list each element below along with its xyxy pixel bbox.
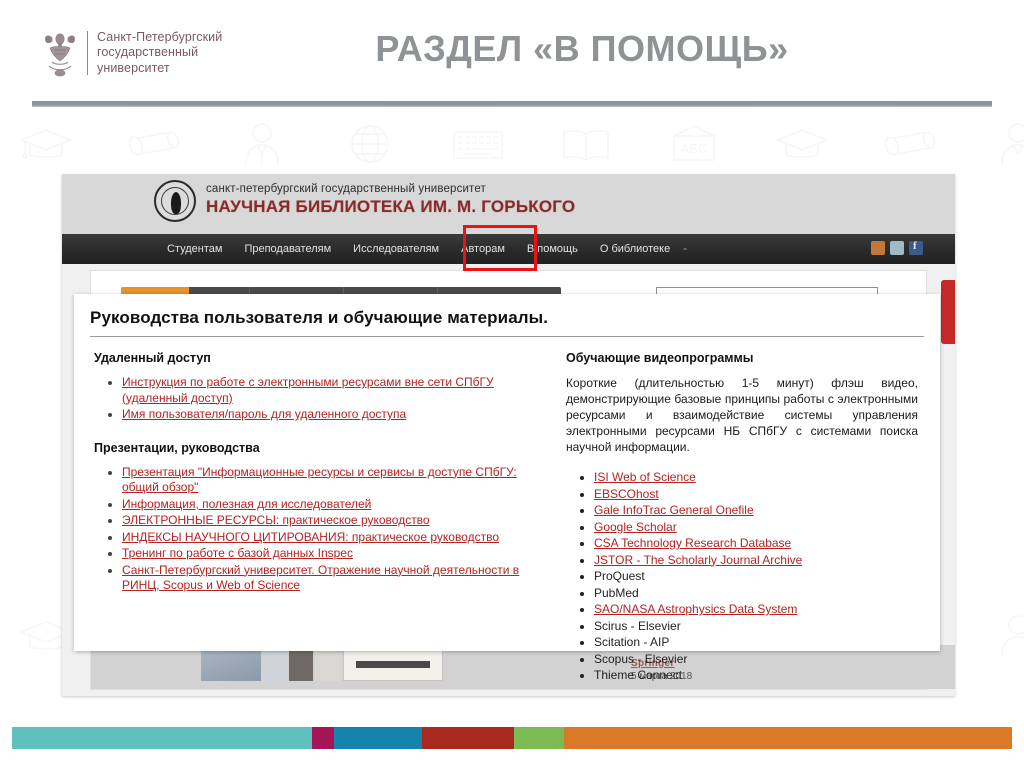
link-spbu-research-reflection[interactable]: Санкт-Петербургский университет. Отражен… xyxy=(122,563,519,593)
graduate-person-icon xyxy=(234,120,290,168)
list-item: Thieme Connect xyxy=(594,667,918,684)
list-item: SAO/NASA Astrophysics Data System xyxy=(594,601,918,618)
list-item: PubMed xyxy=(594,585,918,602)
nav-item-about-library[interactable]: О библиотеке xyxy=(589,234,681,264)
list-item: ProQuest xyxy=(594,568,918,585)
list-item: Информация, полезная для исследователей xyxy=(122,497,530,513)
graduation-cap-icon xyxy=(18,120,74,168)
panel-right-column: Обучающие видеопрограммы Короткие (длите… xyxy=(566,351,918,684)
nav-dropdown-caret-icon[interactable]: - xyxy=(681,243,687,255)
text-proquest: ProQuest xyxy=(594,569,645,583)
vk-icon[interactable] xyxy=(890,241,904,255)
presentations-list: Презентация "Информационные ресурсы и се… xyxy=(94,465,530,594)
list-item: Имя пользователя/пароль для удаленного д… xyxy=(122,407,530,423)
color-bar-segment-5 xyxy=(563,727,1012,749)
color-bar-segment-0 xyxy=(12,727,312,749)
diploma-scroll-icon xyxy=(882,120,938,168)
text-scitation: Scitation - AIP xyxy=(594,635,670,649)
library-seal-icon xyxy=(154,180,196,222)
list-item: Scopus - Elsevier xyxy=(594,651,918,668)
remote-access-list: Инструкция по работе с электронными ресу… xyxy=(94,375,530,423)
social-links xyxy=(871,240,923,255)
open-book-icon xyxy=(558,120,614,168)
link-csa-technology[interactable]: CSA Technology Research Database xyxy=(594,536,791,550)
databases-list: ISI Web of Science EBSCOhost Gale InfoTr… xyxy=(566,469,918,684)
link-gale-infotrac[interactable]: Gale InfoTrac General Onefile xyxy=(594,503,754,517)
site-brand-title: НАУЧНАЯ БИБЛИОТЕКА ИМ. М. ГОРЬКОГО xyxy=(206,197,576,216)
link-citation-indexes-guide[interactable]: ИНДЕКСЫ НАУЧНОГО ЦИТИРОВАНИЯ: практическ… xyxy=(122,530,499,544)
header-divider xyxy=(32,101,992,107)
facebook-icon[interactable] xyxy=(909,240,923,255)
bottom-color-bar xyxy=(12,727,1012,749)
link-researcher-info[interactable]: Информация, полезная для исследователей xyxy=(122,497,371,511)
text-scirus: Scirus - Elsevier xyxy=(594,618,681,633)
side-feedback-tab[interactable] xyxy=(941,280,955,344)
color-bar-segment-2 xyxy=(333,727,422,749)
graduation-cap-icon xyxy=(774,120,830,168)
abc-board-icon: ABC xyxy=(666,120,722,168)
video-programs-heading: Обучающие видеопрограммы xyxy=(566,351,754,365)
link-remote-access-instruction[interactable]: Инструкция по работе с электронными ресу… xyxy=(122,375,494,405)
slide-header: Санкт-Петербургский государственный унив… xyxy=(0,0,1024,107)
list-item: Google Scholar xyxy=(594,519,918,536)
graduate-person-icon xyxy=(990,120,1024,168)
graduate-person-icon xyxy=(990,612,1024,660)
color-bar-segment-1 xyxy=(312,727,334,749)
link-electronic-resources-guide[interactable]: ЭЛЕКТРОННЫЕ РЕСУРСЫ: практическое руково… xyxy=(122,513,430,527)
slide-root: Санкт-Петербургский государственный унив… xyxy=(0,0,1024,767)
list-item: Презентация "Информационные ресурсы и се… xyxy=(122,465,530,496)
list-item: Scirus - Elsevier xyxy=(594,618,918,635)
watermark-row: ABC xyxy=(18,120,1024,168)
list-item: Тренинг по работе с базой данных Inspec xyxy=(122,546,530,562)
link-inspec-training[interactable]: Тренинг по работе с базой данных Inspec xyxy=(122,546,353,560)
list-item: Scitation - AIP xyxy=(594,634,918,651)
presentations-heading: Презентации, руководства xyxy=(94,440,260,455)
remote-access-heading: Удаленный доступ xyxy=(94,351,211,365)
globe-icon xyxy=(342,120,398,168)
color-bar-segment-4 xyxy=(513,727,564,749)
panel-left-column: Удаленный доступ Инструкция по работе с … xyxy=(94,351,530,684)
list-item: ЭЛЕКТРОННЫЕ РЕСУРСЫ: практическое руково… xyxy=(122,513,530,529)
text-pubmed: PubMed xyxy=(594,585,639,600)
link-jstor[interactable]: JSTOR - The Scholarly Journal Archive xyxy=(594,553,802,567)
svg-text:ABC: ABC xyxy=(681,141,708,156)
panel-title: Руководства пользователя и обучающие мат… xyxy=(90,308,924,337)
text-scopus: Scopus - Elsevier xyxy=(594,651,688,666)
nav-item-teachers[interactable]: Преподавателям xyxy=(233,234,342,264)
diploma-scroll-icon xyxy=(126,120,182,168)
link-sao-nasa-ads[interactable]: SAO/NASA Astrophysics Data System xyxy=(594,602,797,616)
site-brand-subtitle: санкт-петербургский государственный унив… xyxy=(206,183,486,195)
nav-items: Студентам Преподавателям Исследователям … xyxy=(156,234,687,264)
list-item: ISI Web of Science xyxy=(594,469,918,486)
list-item: Gale InfoTrac General Onefile xyxy=(594,502,918,519)
list-item: Санкт-Петербургский университет. Отражен… xyxy=(122,563,530,594)
page-title: РАЗДЕЛ «В ПОМОЩЬ» xyxy=(375,28,789,69)
list-item: CSA Technology Research Database xyxy=(594,535,918,552)
list-item: Инструкция по работе с электронными ресу… xyxy=(122,375,530,406)
guides-panel: Руководства пользователя и обучающие мат… xyxy=(74,294,940,682)
list-item: JSTOR - The Scholarly Journal Archive xyxy=(594,552,918,569)
list-item: ИНДЕКСЫ НАУЧНОГО ЦИТИРОВАНИЯ: практическ… xyxy=(122,530,530,546)
keyboard-icon xyxy=(450,120,506,168)
list-item: EBSCOhost xyxy=(594,486,918,503)
nav-item-students[interactable]: Студентам xyxy=(156,234,233,264)
nav-item-researchers[interactable]: Исследователям xyxy=(342,234,450,264)
text-thieme-connect: Thieme Connect xyxy=(594,668,683,682)
help-nav-highlight-box xyxy=(463,225,537,271)
rss-icon[interactable] xyxy=(871,241,885,255)
link-google-scholar[interactable]: Google Scholar xyxy=(594,520,677,534)
color-bar-segment-3 xyxy=(421,727,514,749)
link-presentation-overview[interactable]: Презентация "Информационные ресурсы и се… xyxy=(122,465,517,495)
link-isi-web-of-science[interactable]: ISI Web of Science xyxy=(594,470,696,484)
site-brand[interactable]: санкт-петербургский государственный унив… xyxy=(154,180,575,222)
link-ebscohost[interactable]: EBSCOhost xyxy=(594,487,659,501)
link-remote-access-credentials[interactable]: Имя пользователя/пароль для удаленного д… xyxy=(122,407,406,421)
video-programs-paragraph: Короткие (длительностью 1-5 минут) флэш … xyxy=(566,376,918,454)
